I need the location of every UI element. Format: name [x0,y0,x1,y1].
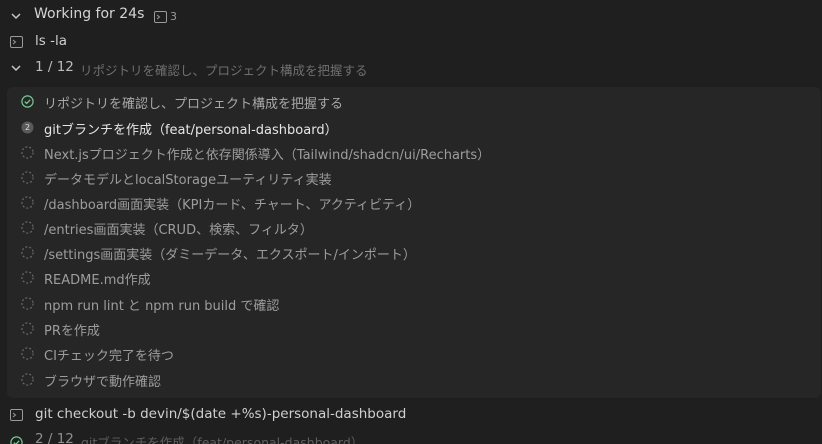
task-label: /settings画面実装（ダミーデータ、エクスポート/インポート） [44,248,416,263]
terminal-icon [10,36,23,48]
task-item: npm run lint と npm run build で確認 [7,292,821,316]
task-item: Next.jsプロジェクト作成と依存関係導入（Tailwind/shadcn/u… [7,141,821,165]
task-label: gitブランチを作成（feat/personal-dashboard） [44,123,338,138]
task-item: /dashboard画面実装（KPIカード、チャート、アクティビティ） [7,191,821,215]
task-label: CIチェック完了を待つ [44,349,174,364]
pending-circle-icon [21,347,34,360]
task-item: 2 gitブランチを作成（feat/personal-dashboard） [7,116,821,140]
pending-circle-icon [21,146,34,159]
terminal-count: 3 [170,10,177,23]
pending-circle-icon [21,221,34,234]
command-text: git checkout -b devin/$(date +%s)-person… [35,406,407,422]
terminal-icon [10,409,23,421]
task-item: CIチェック完了を待つ [7,342,821,366]
command-row[interactable]: git checkout -b devin/$(date +%s)-person… [0,404,822,426]
check-circle-icon [10,434,23,444]
task-item: /entries画面実装（CRUD、検索、フィルタ） [7,216,821,240]
progress-current-step: リポジトリを確認し、プロジェクト構成を把握する [80,63,368,78]
pending-circle-icon [21,373,34,386]
task-item: ブラウザで動作確認 [7,368,821,392]
pending-circle-icon [21,246,34,259]
pending-circle-icon [21,322,34,335]
pending-circle-icon [21,271,34,284]
working-header[interactable]: Working for 24s 3 [0,4,822,28]
task-item: README.md作成 [7,266,821,290]
plan-progress-row[interactable]: 2 / 12 gitブランチを作成（feat/personal-dashboar… [0,430,822,444]
working-status-title: Working for 24s [34,6,145,22]
task-label: npm run lint と npm run build で確認 [44,299,280,314]
progress-count: 2 / 12 [35,431,74,444]
command-row[interactable]: ls -la [0,31,822,53]
pending-circle-icon [21,171,34,184]
task-item: /settings画面実装（ダミーデータ、エクスポート/インポート） [7,241,821,265]
task-label: ブラウザで動作確認 [44,375,162,390]
task-item: リポジトリを確認し、プロジェクト構成を把握する [7,90,821,114]
pending-circle-icon [21,196,34,209]
task-label: データモデルとlocalStorageユーティリティ実装 [44,173,332,188]
step-number-icon: 2 [21,121,34,134]
chevron-down-icon[interactable] [10,62,22,74]
task-label: PRを作成 [44,324,100,339]
terminal-count-badge[interactable]: 3 [154,10,177,23]
chevron-down-icon[interactable] [10,10,22,22]
plan-progress-row[interactable]: 1 / 12 リポジトリを確認し、プロジェクト構成を把握する [0,57,822,79]
step-number: 2 [25,123,30,132]
progress-count: 1 / 12 [35,59,74,75]
task-label: /entries画面実装（CRUD、検索、フィルタ） [44,223,313,238]
task-item: PRを作成 [7,317,821,341]
task-item: データモデルとlocalStorageユーティリティ実装 [7,166,821,190]
command-text: ls -la [35,33,67,49]
task-label: リポジトリを確認し、プロジェクト構成を把握する [44,97,344,112]
task-checklist-panel: リポジトリを確認し、プロジェクト構成を把握する 2 gitブランチを作成（fea… [7,87,821,398]
pending-circle-icon [21,297,34,310]
check-circle-icon [21,95,34,108]
agent-activity-log: Working for 24s 3 ls -la 1 / 12 リポジトリを確認… [0,0,822,444]
task-label: README.md作成 [44,273,151,288]
progress-current-step: gitブランチを作成（feat/personal-dashboard） [81,435,364,444]
task-label: Next.jsプロジェクト作成と依存関係導入（Tailwind/shadcn/u… [44,148,491,163]
task-label: /dashboard画面実装（KPIカード、チャート、アクティビティ） [44,198,421,213]
terminal-icon [154,10,167,23]
